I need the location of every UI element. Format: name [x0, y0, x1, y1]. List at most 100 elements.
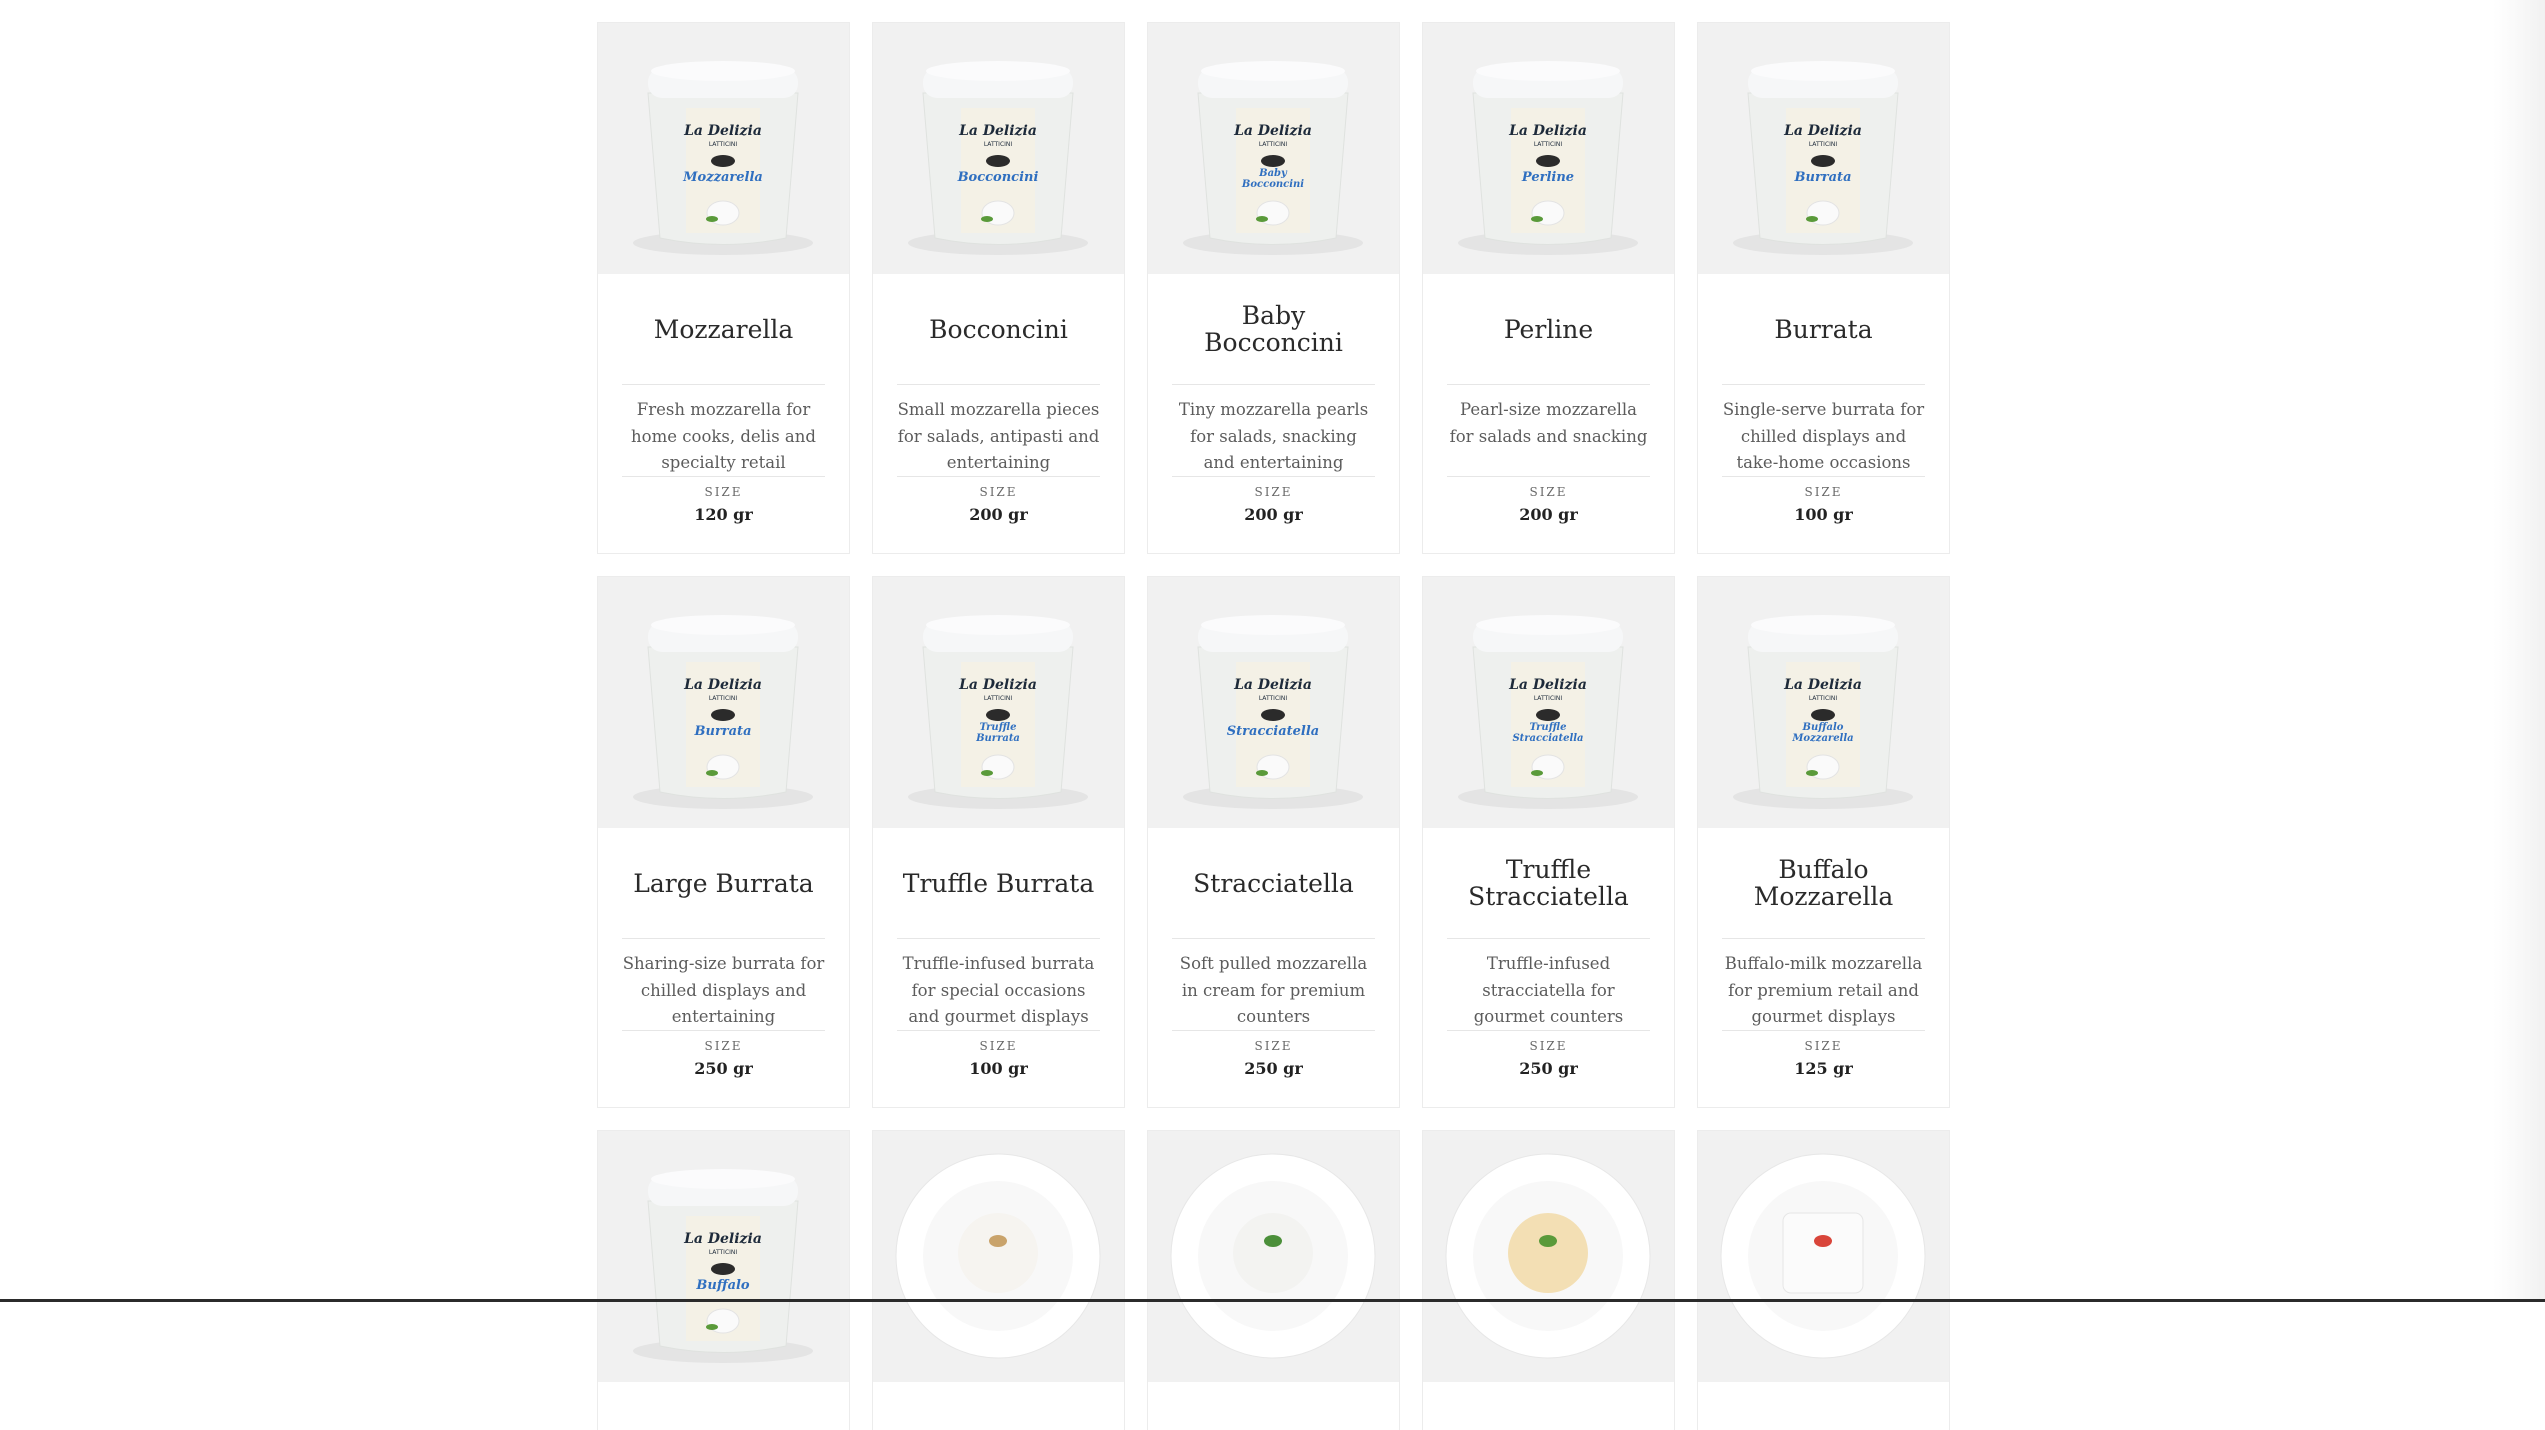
product-card[interactable]: La Delizia LATTICINI Buffalo Mozzarella Buf… [1697, 576, 1950, 1108]
product-card[interactable]: La Delizia LATTICINI Bocconcini Bocconcini… [872, 22, 1125, 554]
product-description: Small mozzarella pieces for salads, anti… [897, 400, 1100, 472]
product-grid: La Delizia LATTICINI Mozzarella Mozzarella… [597, 22, 1950, 1108]
tub-illustration: La Delizia LATTICINI Stracciatella [1183, 615, 1363, 809]
product-card[interactable] [1422, 1130, 1675, 1430]
size-label: SIZE [1804, 1039, 1843, 1053]
svg-text:Truffle: Truffle [1529, 722, 1566, 733]
product-image[interactable]: La Delizia LATTICINI Buffalo [598, 1131, 849, 1382]
svg-text:LATTICINI: LATTICINI [709, 1249, 738, 1256]
product-grid-partial-row: La Delizia LATTICINI Buffalo [597, 1130, 1950, 1430]
product-image[interactable]: La Delizia LATTICINI Bocconcini [873, 23, 1124, 274]
tub-illustration: La Delizia LATTICINI TruffleStracciatella [1458, 615, 1638, 809]
size-value: 200 gr [1519, 505, 1578, 524]
product-image[interactable] [1148, 1131, 1399, 1382]
product-image[interactable]: La Delizia LATTICINI Stracciatella [1148, 577, 1399, 828]
tub-illustration: La Delizia LATTICINI Burrata [633, 615, 813, 809]
product-card[interactable]: La Delizia LATTICINI Burrata Burrata Singl… [1697, 22, 1950, 554]
product-card[interactable]: La Delizia LATTICINI Stracciatella Stracci… [1147, 576, 1400, 1108]
svg-text:Baby: Baby [1258, 168, 1288, 179]
product-image[interactable]: La Delizia LATTICINI Buffalo Mozzarella [1698, 577, 1949, 828]
product-image[interactable] [1423, 1131, 1674, 1382]
svg-text:Burrata: Burrata [694, 724, 752, 739]
svg-text:La Delizia: La Delizia [683, 123, 762, 139]
product-name[interactable]: Perline [1504, 316, 1593, 343]
svg-text:LATTICINI: LATTICINI [709, 695, 738, 702]
product-name[interactable]: Buffalo Mozzarella [1722, 856, 1925, 910]
svg-text:LATTICINI: LATTICINI [1534, 141, 1563, 148]
svg-text:LATTICINI: LATTICINI [709, 141, 738, 148]
product-image[interactable]: La Delizia LATTICINI Perline [1423, 23, 1674, 274]
size-value: 250 gr [1244, 1059, 1303, 1078]
tub-illustration: La Delizia LATTICINI Buffalo [633, 1169, 813, 1363]
product-name[interactable]: Truffle Burrata [903, 870, 1094, 897]
svg-text:Mozzarella: Mozzarella [682, 170, 763, 185]
tub-illustration: La Delizia LATTICINI Perline [1458, 61, 1638, 255]
product-card[interactable]: La Delizia LATTICINI Buffalo [597, 1130, 850, 1430]
product-name[interactable]: Burrata [1774, 316, 1872, 343]
size-label: SIZE [704, 485, 743, 499]
svg-text:Burrata: Burrata [1794, 170, 1852, 185]
tub-illustration: La Delizia LATTICINI Bocconcini [908, 61, 1088, 255]
product-image[interactable] [1698, 1131, 1949, 1382]
product-name[interactable]: Stracciatella [1193, 870, 1354, 897]
product-card[interactable] [872, 1130, 1125, 1430]
scrollbar[interactable] [2493, 0, 2545, 1302]
product-card[interactable] [1147, 1130, 1400, 1430]
plate-illustration [1170, 1153, 1376, 1359]
product-image[interactable]: La Delizia LATTICINI Burrata [598, 577, 849, 828]
product-image[interactable]: La Delizia LATTICINI Baby Bocconcini [1148, 23, 1399, 274]
size-label: SIZE [979, 485, 1018, 499]
product-name[interactable]: Bocconcini [929, 316, 1068, 343]
product-image[interactable]: La Delizia LATTICINI Burrata [1698, 23, 1949, 274]
product-description: Truffle-infused stracciatella for gourme… [1473, 954, 1624, 1026]
size-value: 125 gr [1794, 1059, 1853, 1078]
svg-text:LATTICINI: LATTICINI [1259, 695, 1288, 702]
size-value: 100 gr [1794, 505, 1853, 524]
product-card[interactable] [1697, 1130, 1950, 1430]
svg-text:Stracciatella: Stracciatella [1512, 733, 1583, 744]
svg-text:LATTICINI: LATTICINI [984, 695, 1013, 702]
tub-illustration: La Delizia LATTICINI BabyBocconcini [1183, 61, 1363, 255]
svg-text:La Delizia: La Delizia [958, 123, 1037, 139]
product-image[interactable]: La Delizia LATTICINI Truffle Stracciatella [1423, 577, 1674, 828]
product-description: Truffle-infused burrata for special occa… [902, 954, 1095, 1026]
product-card[interactable]: La Delizia LATTICINI Perline Perline Pearl… [1422, 22, 1675, 554]
product-card[interactable]: La Delizia LATTICINI Burrata Large Burrata… [597, 576, 850, 1108]
svg-text:La Delizia: La Delizia [683, 677, 762, 693]
tub-illustration: La Delizia LATTICINI TruffleBurrata [908, 615, 1088, 809]
svg-text:Buffalo: Buffalo [1802, 722, 1844, 733]
svg-text:Stracciatella: Stracciatella [1227, 724, 1319, 739]
product-description: Pearl-size mozzarella for salads and sna… [1449, 400, 1648, 446]
svg-text:Bocconcini: Bocconcini [1241, 179, 1304, 190]
svg-text:LATTICINI: LATTICINI [1534, 695, 1563, 702]
size-label: SIZE [979, 1039, 1018, 1053]
svg-text:La Delizia: La Delizia [1783, 677, 1862, 693]
svg-text:Perline: Perline [1521, 170, 1574, 185]
product-card[interactable]: La Delizia LATTICINI Baby Bocconcini Baby B… [1147, 22, 1400, 554]
product-description: Buffalo-milk mozzarella for premium reta… [1724, 954, 1923, 1026]
size-value: 200 gr [969, 505, 1028, 524]
size-value: 100 gr [969, 1059, 1028, 1078]
product-image[interactable] [873, 1131, 1124, 1382]
size-label: SIZE [1254, 1039, 1293, 1053]
product-card[interactable]: La Delizia LATTICINI Truffle Stracciatella … [1422, 576, 1675, 1108]
svg-text:LATTICINI: LATTICINI [984, 141, 1013, 148]
product-name[interactable]: Large Burrata [633, 870, 813, 897]
size-value: 200 gr [1244, 505, 1303, 524]
product-card[interactable]: La Delizia LATTICINI Truffle Burrata Truffl… [872, 576, 1125, 1108]
svg-text:La Delizia: La Delizia [1508, 123, 1587, 139]
product-name[interactable]: Mozzarella [654, 316, 794, 343]
svg-text:Mozzarella: Mozzarella [1791, 733, 1853, 744]
svg-text:LATTICINI: LATTICINI [1809, 695, 1838, 702]
product-card[interactable]: La Delizia LATTICINI Mozzarella Mozzarella… [597, 22, 850, 554]
product-image[interactable]: La Delizia LATTICINI Truffle Burrata [873, 577, 1124, 828]
product-description: Single-serve burrata for chilled display… [1722, 400, 1925, 472]
product-name[interactable]: Truffle Stracciatella [1447, 856, 1650, 910]
plate-illustration [895, 1153, 1101, 1359]
product-image[interactable]: La Delizia LATTICINI Mozzarella [598, 23, 849, 274]
svg-text:La Delizia: La Delizia [683, 1231, 762, 1247]
svg-text:LATTICINI: LATTICINI [1809, 141, 1838, 148]
tub-illustration: La Delizia LATTICINI Mozzarella [633, 61, 813, 255]
product-name[interactable]: Baby Bocconcini [1172, 302, 1375, 356]
product-description: Fresh mozzarella for home cooks, delis a… [631, 400, 816, 472]
